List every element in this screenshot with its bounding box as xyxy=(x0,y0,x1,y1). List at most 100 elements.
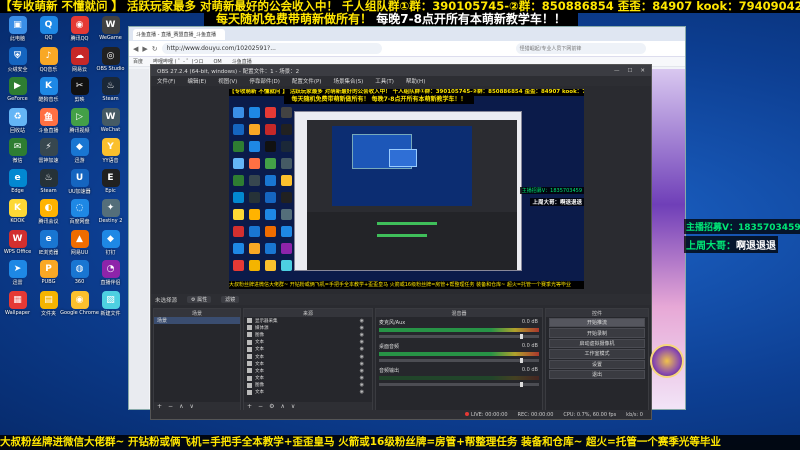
remove-icon[interactable]: − xyxy=(258,403,263,410)
visibility-eye-icon[interactable]: ◉ xyxy=(360,325,364,331)
desktop-icon[interactable]: ✉ 微信 xyxy=(2,138,33,169)
desktop-icon[interactable]: ▤ 文件夹 xyxy=(33,290,64,322)
desktop-icon[interactable]: ◆ 迅游 xyxy=(64,138,95,169)
desktop-icon[interactable]: ◔ 直播伴侣 xyxy=(95,260,126,291)
desktop-icon[interactable]: W WeGame xyxy=(95,16,126,47)
desktop-icon[interactable]: e Edge xyxy=(2,168,33,200)
desktop-icon[interactable]: ◆ 钉钉 xyxy=(95,229,126,261)
source-item[interactable]: 文本 ◉ xyxy=(244,389,372,396)
desktop-icon[interactable]: ◎ OBS Studio xyxy=(95,46,126,78)
desktop-icon[interactable]: ▣ 此电脑 xyxy=(2,16,33,47)
visibility-eye-icon[interactable]: ◉ xyxy=(360,339,364,345)
bookmark-item[interactable]: 百度 xyxy=(133,58,143,65)
desktop-icon[interactable]: Y YY语音 xyxy=(95,138,126,169)
desktop-icon[interactable]: Q QQ xyxy=(33,16,64,47)
desktop-icon[interactable]: ✦ Destiny 2 xyxy=(95,199,126,230)
source-item[interactable]: 图像 ◉ xyxy=(244,382,372,389)
move-down-icon[interactable]: ∨ xyxy=(189,403,193,410)
volume-slider[interactable] xyxy=(379,358,539,363)
properties-button[interactable]: ⚙ 属性 xyxy=(187,296,212,303)
desktop-icon[interactable]: ◐ 腾讯会议 xyxy=(33,199,64,230)
remove-icon[interactable]: − xyxy=(168,403,173,410)
add-icon[interactable]: + xyxy=(157,403,162,410)
obs-menu-item[interactable]: 场景集合(S) xyxy=(333,77,363,85)
source-item[interactable]: 显示器采集 ◉ xyxy=(244,317,372,324)
desktop-icon[interactable]: K 酷狗音乐 xyxy=(33,77,64,108)
desktop-icon[interactable]: P PUBG xyxy=(33,260,64,291)
visibility-eye-icon[interactable]: ◉ xyxy=(360,346,364,352)
desktop-icon[interactable]: E Epic xyxy=(95,168,126,200)
filters-button[interactable]: 滤镜 xyxy=(221,296,240,303)
obs-menu-item[interactable]: 文件(F) xyxy=(157,77,175,85)
desktop-icon[interactable]: ◉ Google Chrome xyxy=(60,290,99,322)
gear-icon[interactable]: ⚙ xyxy=(269,403,274,410)
volume-slider-knob[interactable] xyxy=(519,358,523,363)
desktop-icon[interactable]: ➤ 迅雷 xyxy=(2,260,33,291)
desktop-icon[interactable]: ♨ Steam xyxy=(95,77,126,108)
source-item[interactable]: 文本 ◉ xyxy=(244,353,372,360)
obs-menu-item[interactable]: 视图(V) xyxy=(218,77,237,85)
move-up-icon[interactable]: ∧ xyxy=(280,403,284,410)
volume-slider[interactable] xyxy=(379,382,539,387)
visibility-eye-icon[interactable]: ◉ xyxy=(360,361,364,367)
forward-icon[interactable]: ▶ xyxy=(142,45,147,53)
desktop-icon[interactable]: K KOOK xyxy=(2,199,33,230)
volume-slider[interactable] xyxy=(379,334,539,339)
url-input[interactable]: http://www.douyu.com/10202591?... xyxy=(161,43,382,54)
desktop-icon[interactable]: ▧ 新建文件 xyxy=(95,290,126,322)
desktop-icon[interactable]: W WeChat xyxy=(95,107,126,139)
control-button[interactable]: 开始录制 xyxy=(549,328,645,338)
desktop-icon[interactable]: ✂ 剪映 xyxy=(64,77,95,108)
source-item[interactable]: 文本 ◉ xyxy=(244,339,372,346)
control-button[interactable]: 工作室模式 xyxy=(549,349,645,359)
add-icon[interactable]: + xyxy=(247,403,252,410)
obs-menu-item[interactable]: 停靠部件(D) xyxy=(249,77,280,85)
desktop-icon[interactable]: ☁ 网易云 xyxy=(64,46,95,78)
desktop-icon[interactable]: e IE浏览器 xyxy=(33,229,64,261)
visibility-eye-icon[interactable]: ◉ xyxy=(360,375,364,381)
browser-tab[interactable]: 斗鱼直播 - 直播_赛盟直播_斗鱼直播 xyxy=(133,28,225,40)
back-icon[interactable]: ◀ xyxy=(133,45,138,53)
obs-preview-canvas[interactable]: 【专收萌新 不懂就问 】 活跃玩家最多 对萌新最好的公会收入中！ 千人组队群①群… xyxy=(229,89,584,289)
desktop-icon[interactable]: ◌ 百度网盘 xyxy=(64,199,95,230)
obs-menu-item[interactable]: 配置文件(P) xyxy=(292,77,322,85)
control-button[interactable]: 设置 xyxy=(549,359,645,369)
desktop-icon[interactable]: W WPS Office xyxy=(2,229,33,261)
desktop-icon[interactable]: ⛨ 火绒安全 xyxy=(2,46,33,78)
desktop-icon[interactable]: ▦ Wallpaper xyxy=(2,290,33,322)
desktop-icon[interactable]: ⚡ 雷神加速 xyxy=(33,138,64,169)
source-item[interactable]: 图像 ◉ xyxy=(244,331,372,338)
obs-menu-item[interactable]: 帮助(H) xyxy=(406,77,425,85)
move-down-icon[interactable]: ∨ xyxy=(291,403,295,410)
maximize-icon[interactable]: ☐ xyxy=(627,68,632,74)
source-item[interactable]: 文本 ◉ xyxy=(244,346,372,353)
desktop-icon[interactable]: ♨ Steam xyxy=(33,168,64,200)
control-button[interactable]: 开始推流 xyxy=(549,318,645,328)
desktop-icon[interactable]: U UU加速器 xyxy=(64,168,95,200)
visibility-eye-icon[interactable]: ◉ xyxy=(360,382,364,388)
refresh-icon[interactable]: ↻ xyxy=(152,45,158,53)
visibility-eye-icon[interactable]: ◉ xyxy=(360,354,364,360)
desktop-icon[interactable]: ▲ 网易UU xyxy=(64,229,95,261)
control-button[interactable]: 启动虚拟摄像机 xyxy=(549,338,645,349)
desktop-icon[interactable]: ▶ GeForce xyxy=(2,77,33,108)
scene-item[interactable]: 场景 xyxy=(154,317,240,324)
source-item[interactable]: 文本 ◉ xyxy=(244,360,372,367)
source-item[interactable]: 媒体源 ◉ xyxy=(244,324,372,331)
visibility-eye-icon[interactable]: ◉ xyxy=(360,318,364,324)
move-up-icon[interactable]: ∧ xyxy=(179,403,183,410)
control-button[interactable]: 退出 xyxy=(549,369,645,380)
source-item[interactable]: 文本 ◉ xyxy=(244,367,372,374)
volume-slider-knob[interactable] xyxy=(519,382,523,387)
source-item[interactable]: 文本 ◉ xyxy=(244,375,372,382)
minimize-icon[interactable]: — xyxy=(614,68,620,74)
obs-menu-item[interactable]: 编辑(E) xyxy=(187,77,206,85)
desktop-icon[interactable]: ◉ 腾讯QQ xyxy=(64,16,95,47)
desktop-icon[interactable]: ▷ 腾讯视频 xyxy=(64,107,95,139)
desktop-icon[interactable]: ♪ QQ音乐 xyxy=(33,46,64,78)
visibility-eye-icon[interactable]: ◉ xyxy=(360,332,364,338)
close-icon[interactable]: ✕ xyxy=(640,68,645,74)
visibility-eye-icon[interactable]: ◉ xyxy=(360,368,364,374)
desktop-icon[interactable]: 鱼斗鱼直播 xyxy=(33,107,64,139)
desktop-icon[interactable]: ♻ 回收站 xyxy=(2,107,33,139)
